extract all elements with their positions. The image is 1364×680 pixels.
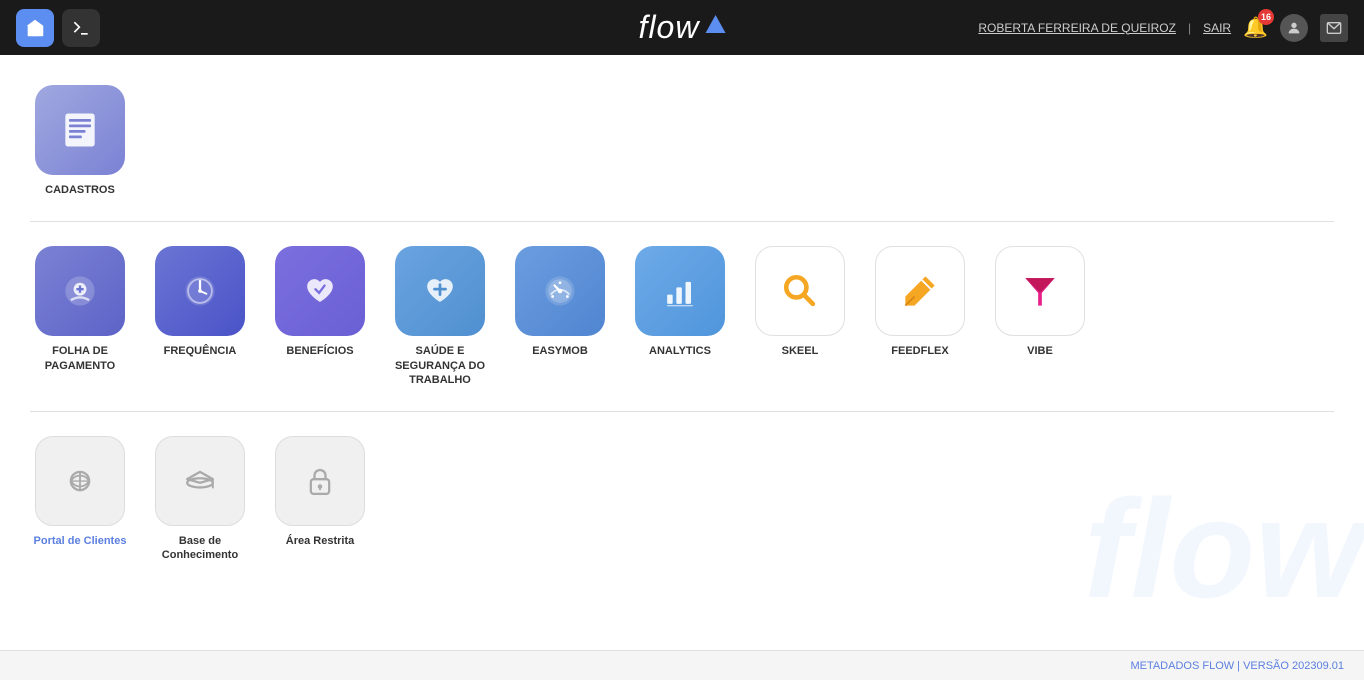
easymob-label: EASYMOB	[532, 344, 588, 358]
notification-badge: 16	[1258, 9, 1274, 25]
frequencia-label: FREQUÊNCIA	[164, 344, 237, 358]
vibe-label: VIBE	[1027, 344, 1053, 358]
analytics-svg	[658, 269, 702, 313]
section-apps: FOLHA DE PAGAMENTO FREQUÊNCIA	[30, 236, 1334, 397]
folha-label: FOLHA DE PAGAMENTO	[30, 344, 130, 373]
app-skeel[interactable]: SKEEL	[750, 246, 850, 387]
app-beneficios[interactable]: BENEFÍCIOS	[270, 246, 370, 387]
feedflex-svg	[898, 269, 942, 313]
notification-button[interactable]: 🔔 16	[1243, 15, 1268, 40]
user-avatar-button[interactable]	[1280, 14, 1308, 42]
beneficios-svg	[298, 269, 342, 313]
cadastros-label: CADASTROS	[45, 183, 115, 197]
frequencia-svg	[178, 269, 222, 313]
app-feedflex[interactable]: FEEDFLEX	[870, 246, 970, 387]
skeel-icon-box	[755, 246, 845, 336]
app-folha[interactable]: FOLHA DE PAGAMENTO	[30, 246, 130, 387]
divider-2	[30, 411, 1334, 412]
beneficios-label: BENEFÍCIOS	[286, 344, 353, 358]
base-svg	[178, 459, 222, 503]
footer-text: METADADOS FLOW | VERSÃO 202309.01	[1130, 660, 1344, 672]
sair-link[interactable]: SAIR	[1203, 21, 1231, 35]
mail-icon	[1326, 20, 1342, 36]
feedflex-label: FEEDFLEX	[891, 344, 948, 358]
cadastros-icon	[35, 85, 125, 175]
section-cadastros: CADASTROS	[30, 75, 1334, 207]
skeel-svg	[778, 269, 822, 313]
area-svg	[298, 459, 342, 503]
terminal-icon	[71, 18, 91, 38]
frequencia-icon	[155, 246, 245, 336]
analytics-label: ANALYTICS	[649, 344, 711, 358]
cadastros-grid: CADASTROS	[30, 75, 1334, 207]
skeel-label: SKEEL	[782, 344, 819, 358]
beneficios-icon	[275, 246, 365, 336]
app-area-restrita[interactable]: Área Restrita	[270, 436, 370, 563]
app-analytics[interactable]: ANALYTICS	[630, 246, 730, 387]
logo-triangle	[705, 15, 725, 33]
mail-button[interactable]	[1320, 14, 1348, 42]
base-label: Base de Conhecimento	[150, 534, 250, 563]
vibe-svg	[1018, 269, 1062, 313]
header: flow ROBERTA FERREIRA DE QUEIROZ | SAIR …	[0, 0, 1364, 55]
folha-icon	[35, 246, 125, 336]
app-vibe[interactable]: VIBE	[990, 246, 1090, 387]
feedflex-icon-box	[875, 246, 965, 336]
app-easymob[interactable]: EASYMOB	[510, 246, 610, 387]
header-left	[16, 9, 100, 47]
folha-svg	[58, 269, 102, 313]
apps-grid: FOLHA DE PAGAMENTO FREQUÊNCIA	[30, 236, 1334, 397]
portal-label: Portal de Clientes	[34, 534, 127, 548]
person-icon	[1286, 20, 1302, 36]
app-saude[interactable]: SAÚDE E SEGURANÇA DO TRABALHO	[390, 246, 490, 387]
home-button[interactable]	[16, 9, 54, 47]
menu-button[interactable]	[62, 9, 100, 47]
divider-1	[30, 221, 1334, 222]
header-right: ROBERTA FERREIRA DE QUEIROZ | SAIR 🔔 16	[978, 14, 1348, 42]
easymob-svg	[538, 269, 582, 313]
app-base[interactable]: Base de Conhecimento	[150, 436, 250, 563]
app-portal[interactable]: Portal de Clientes	[30, 436, 130, 563]
user-name-link[interactable]: ROBERTA FERREIRA DE QUEIROZ	[978, 21, 1176, 35]
portal-svg	[58, 459, 102, 503]
app-cadastros[interactable]: CADASTROS	[30, 85, 130, 197]
analytics-icon	[635, 246, 725, 336]
saude-label: SAÚDE E SEGURANÇA DO TRABALHO	[390, 344, 490, 387]
area-icon	[275, 436, 365, 526]
portal-icon	[35, 436, 125, 526]
vibe-icon-box	[995, 246, 1085, 336]
cadastros-svg	[58, 108, 102, 152]
separator: |	[1188, 21, 1191, 35]
section-links: Portal de Clientes Base de Conhecimento	[30, 426, 1334, 573]
logo-area: flow	[639, 9, 726, 46]
saude-svg	[418, 269, 462, 313]
logo-text: flow	[639, 9, 700, 46]
easymob-icon	[515, 246, 605, 336]
home-icon	[24, 17, 46, 39]
saude-icon	[395, 246, 485, 336]
footer: METADADOS FLOW | VERSÃO 202309.01	[0, 650, 1364, 680]
links-grid: Portal de Clientes Base de Conhecimento	[30, 426, 1334, 573]
app-frequencia[interactable]: FREQUÊNCIA	[150, 246, 250, 387]
base-icon	[155, 436, 245, 526]
area-label: Área Restrita	[286, 534, 354, 548]
main-content: CADASTROS FOLHA DE PAGAMENTO	[0, 55, 1364, 650]
